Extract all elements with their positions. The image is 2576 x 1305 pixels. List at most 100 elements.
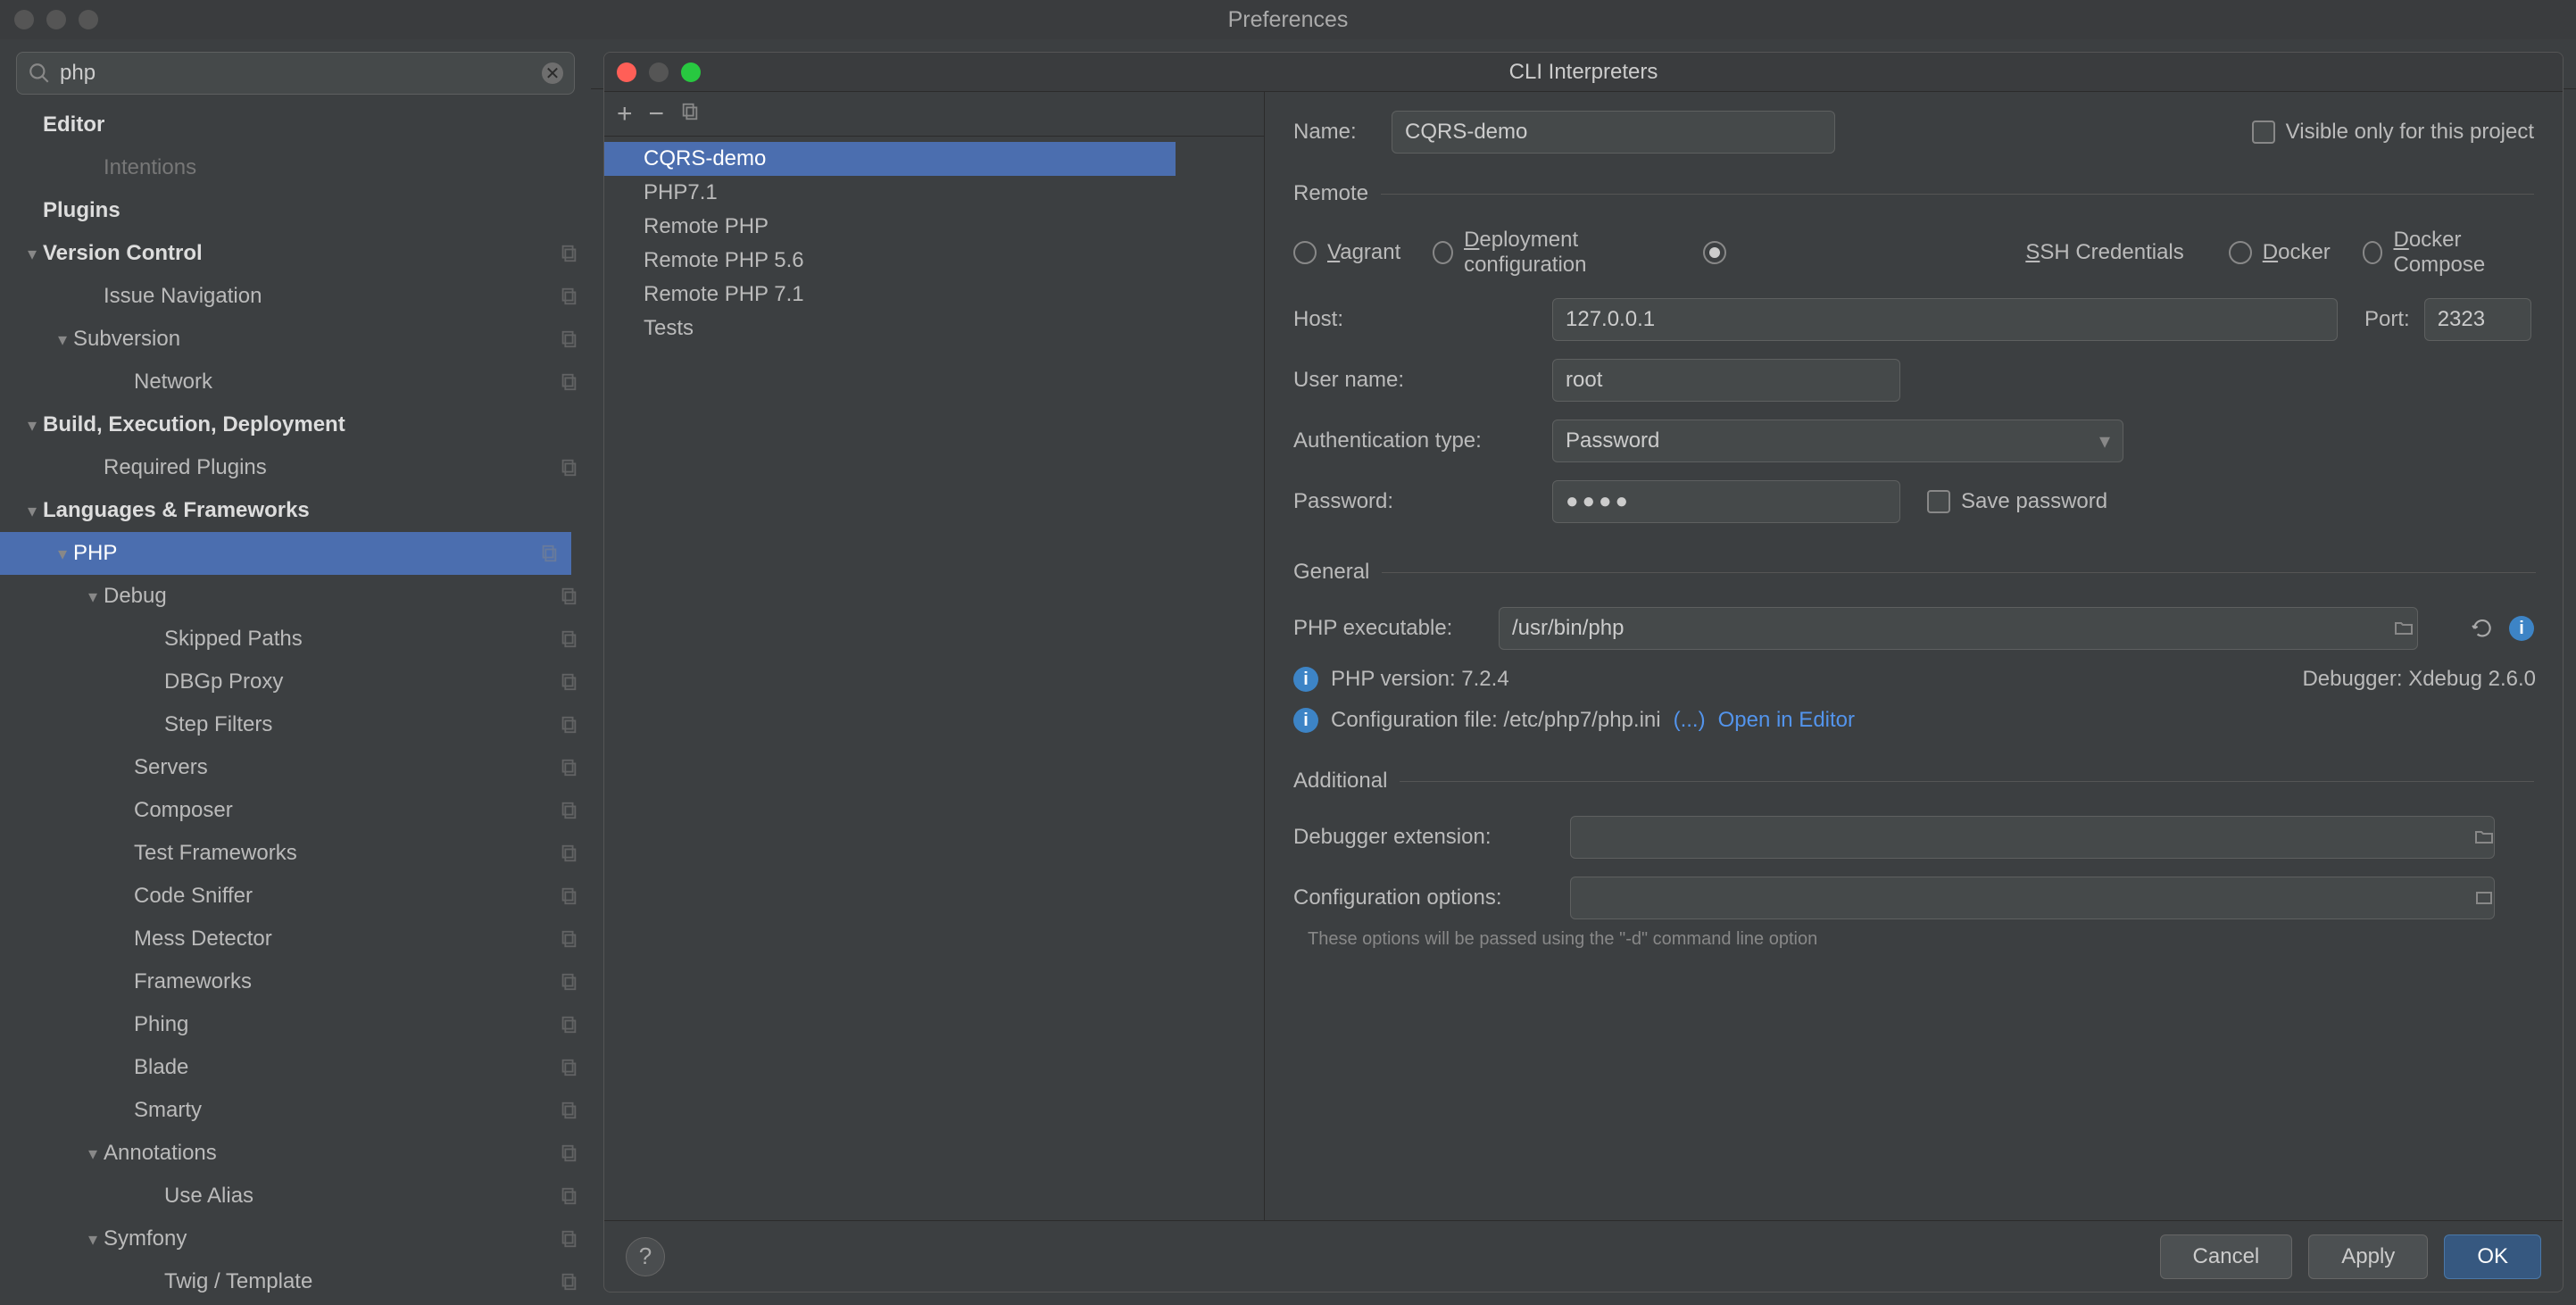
remote-type-radio[interactable]: Vagrant [1293, 228, 1400, 278]
tree-item-label: Skipped Paths [164, 627, 559, 652]
executable-input[interactable] [1499, 607, 2418, 650]
zoom-icon[interactable] [79, 10, 98, 29]
auth-type-select[interactable]: Password ▾ [1552, 420, 2123, 462]
search-field[interactable]: ✕ [16, 52, 575, 95]
ok-button[interactable]: OK [2444, 1234, 2541, 1279]
tree-item[interactable]: Mess Detector [0, 918, 591, 960]
tree-item[interactable]: Phing [0, 1003, 591, 1046]
interpreter-list-item[interactable]: Remote PHP 5.6 [604, 244, 1264, 278]
tree-item[interactable]: Use Alias [0, 1175, 591, 1218]
host-input[interactable] [1552, 298, 2338, 341]
config-opts-input[interactable] [1570, 877, 2495, 919]
remote-type-radio[interactable]: Docker Compose [2363, 228, 2534, 278]
settings-tree[interactable]: Editor IntentionsPlugins▾Version Control I… [0, 104, 591, 1305]
tree-item[interactable]: ▾Languages & Frameworks [0, 489, 591, 532]
tree-item[interactable]: Step Filters [0, 703, 591, 746]
remote-type-radio[interactable]: Docker [2229, 228, 2331, 278]
tree-item[interactable]: Issue Navigation [0, 275, 591, 318]
port-input[interactable] [2424, 298, 2531, 341]
remote-type-radios: Vagrant Deployment configuration SSH Crede… [1293, 228, 2534, 278]
debugger-ext-input[interactable] [1570, 816, 2495, 859]
save-password-checkbox[interactable]: Save password [1927, 489, 2107, 514]
info-icon[interactable]: i [2507, 614, 2536, 643]
tree-item[interactable]: ▾Symfony [0, 1218, 591, 1260]
minimize-icon [649, 62, 669, 82]
zoom-icon[interactable] [681, 62, 701, 82]
minimize-icon[interactable] [46, 10, 66, 29]
copy-icon[interactable] [680, 102, 700, 127]
tree-item[interactable]: Frameworks [0, 960, 591, 1003]
tree-item[interactable]: ▾Build, Execution, Deployment [0, 403, 591, 446]
tree-item[interactable]: DBGp Proxy [0, 661, 591, 703]
close-icon[interactable] [617, 62, 636, 82]
open-in-editor-link[interactable]: Open in Editor [1718, 708, 1855, 733]
interpreter-list-item[interactable]: CQRS-demo [604, 142, 1176, 176]
config-ellipsis-link[interactable]: (...) [1674, 708, 1706, 733]
config-opts-hint: These options will be passed using the "… [1308, 929, 2534, 950]
clear-search-icon[interactable]: ✕ [542, 62, 563, 84]
tree-item-label: Editor [43, 112, 578, 137]
tree-item-label: Required Plugins [104, 455, 559, 480]
tree-item[interactable]: Servers [0, 746, 591, 789]
interpreter-list-item[interactable]: Tests [604, 312, 1264, 345]
disclosure-icon: ▾ [21, 500, 43, 522]
tree-item[interactable]: ▾Subversion [0, 318, 591, 361]
add-icon[interactable]: + [617, 99, 633, 129]
tree-item[interactable]: Required Plugins [0, 446, 591, 489]
close-icon[interactable] [14, 10, 34, 29]
tree-item-label: Blade [134, 1055, 559, 1080]
chevron-down-icon: ▾ [2099, 428, 2110, 454]
radio-icon [1433, 241, 1453, 264]
folder-icon[interactable] [2389, 614, 2418, 643]
remote-type-radio[interactable]: SSH Credentials [1703, 228, 2197, 278]
visible-only-checkbox[interactable]: Visible only for this project [2252, 120, 2534, 145]
disclosure-icon: ▾ [82, 1143, 104, 1165]
remove-icon[interactable]: − [649, 99, 665, 129]
interpreter-list[interactable]: CQRS-demoPHP7.1Remote PHPRemote PHP 5.6R… [604, 137, 1264, 1220]
tree-item-label: Issue Navigation [104, 284, 559, 309]
refresh-icon[interactable] [2468, 614, 2497, 643]
disclosure-icon: ▾ [82, 586, 104, 608]
interpreter-list-item[interactable]: PHP7.1 [604, 176, 1264, 210]
interpreter-list-item[interactable]: Remote PHP 7.1 [604, 278, 1264, 312]
password-input[interactable] [1552, 480, 1900, 523]
tree-item[interactable]: Skipped Paths [0, 618, 591, 661]
name-input[interactable] [1392, 111, 1835, 154]
tree-item[interactable]: ▾Annotations [0, 1132, 591, 1175]
tree-item[interactable]: Blade [0, 1046, 591, 1089]
interpreter-list-panel: + − CQRS-demoPHP7.1Remote PHPRemote PHP … [604, 92, 1265, 1220]
username-input[interactable] [1552, 359, 1900, 402]
tree-item[interactable]: Smarty [0, 1089, 591, 1132]
config-file-text: Configuration file: /etc/php7/php.ini [1331, 708, 1661, 733]
tree-item[interactable]: Editor [0, 104, 591, 146]
tree-item[interactable]: ▾Version Control [0, 232, 591, 275]
tree-item-label: Debug [104, 584, 559, 609]
disclosure-icon: ▾ [52, 543, 73, 565]
help-button[interactable]: ? [626, 1237, 665, 1276]
tree-item[interactable]: Code Sniffer [0, 875, 591, 918]
cancel-button[interactable]: Cancel [2160, 1234, 2293, 1279]
tree-item-label: Symfony [104, 1226, 559, 1251]
tree-item-label: Languages & Frameworks [43, 498, 578, 523]
search-input[interactable] [51, 61, 542, 86]
search-icon [28, 62, 51, 85]
tree-item[interactable]: Intentions [0, 146, 591, 189]
tree-item[interactable]: ▾PHP [0, 532, 571, 575]
interpreter-list-item[interactable]: Remote PHP [604, 210, 1264, 244]
remote-legend: Remote [1293, 181, 1381, 206]
folder-icon[interactable] [2470, 823, 2498, 852]
expand-icon[interactable] [2470, 884, 2498, 912]
remote-type-radio[interactable]: Deployment configuration [1433, 228, 1671, 278]
tree-item-label: Frameworks [134, 969, 559, 994]
tree-item-label: Network [134, 370, 559, 395]
disclosure-icon: ▾ [52, 328, 73, 351]
tree-item[interactable]: Network [0, 361, 591, 403]
tree-item[interactable]: Composer [0, 789, 591, 832]
tree-item-label: Step Filters [164, 712, 559, 737]
apply-button[interactable]: Apply [2308, 1234, 2428, 1279]
tree-item[interactable]: Plugins [0, 189, 591, 232]
tree-item[interactable]: ▾Debug [0, 575, 591, 618]
tree-item[interactable]: Test Frameworks [0, 832, 591, 875]
tree-item[interactable]: Twig / Template [0, 1260, 591, 1303]
executable-label: PHP executable: [1293, 616, 1499, 641]
